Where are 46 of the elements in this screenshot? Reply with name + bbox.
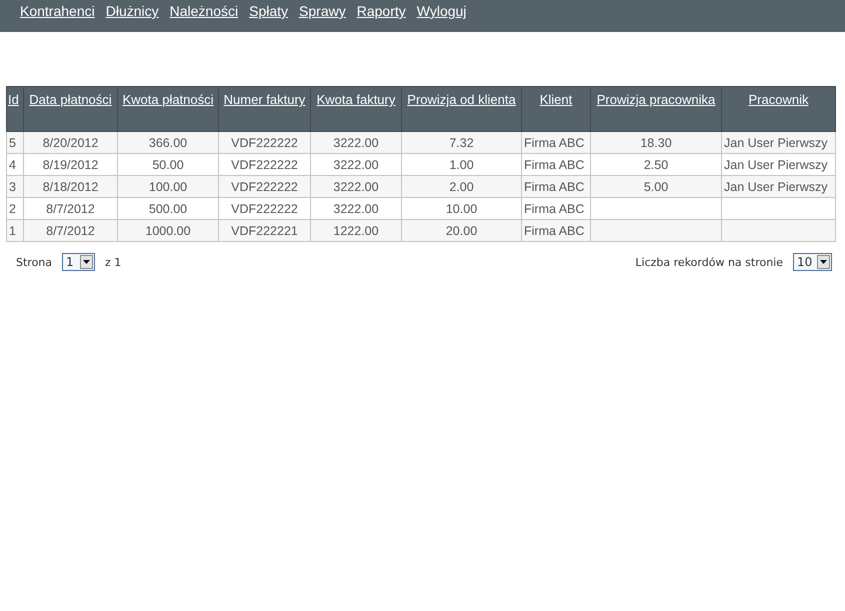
page-select[interactable]: 10: [793, 253, 832, 271]
table-cell: Firma ABC: [522, 176, 590, 198]
page-label: Strona: [16, 256, 52, 268]
sort-link[interactable]: Numer faktury: [224, 92, 306, 107]
table-cell: 5.00: [590, 176, 722, 198]
table-cell: Firma ABC: [522, 132, 590, 154]
sort-link[interactable]: Kwota faktury: [316, 92, 396, 107]
table-cell: 1000.00: [118, 220, 218, 242]
sort-link[interactable]: Klient: [540, 92, 572, 107]
nav-link[interactable]: Dłużnicy: [106, 3, 159, 32]
table-cell: 8/7/2012: [24, 220, 118, 242]
sort-link[interactable]: Data płatności: [29, 92, 112, 107]
table-cell: 3222.00: [310, 176, 402, 198]
table-cell: 3222.00: [310, 132, 402, 154]
table-cell: VDF222221: [218, 220, 310, 242]
nav-link[interactable]: Spłaty: [249, 3, 288, 32]
sort-link[interactable]: Pracownik: [748, 92, 808, 107]
page-size-label: Liczba rekordów na stronie: [635, 256, 783, 268]
table-cell: Firma ABC: [522, 220, 590, 242]
page-total: z 1: [105, 256, 122, 268]
table-cell: 1: [6, 220, 24, 242]
table-cell: 20.00: [402, 220, 522, 242]
table-cell: 18.30: [590, 132, 722, 154]
sort-link[interactable]: Kwota płatności: [122, 92, 214, 107]
sort-link[interactable]: Prowizja od klienta: [407, 92, 516, 107]
sort-link[interactable]: Prowizja pracownika: [596, 92, 716, 107]
table-cell: 1222.00: [310, 220, 402, 242]
table-cell: 3: [6, 176, 24, 198]
table-cell: Jan User Pierwszy: [722, 132, 836, 154]
table-cell: 366.00: [118, 132, 218, 154]
page-select[interactable]: 1: [62, 253, 96, 271]
table-cell: Jan User Pierwszy: [722, 176, 836, 198]
table-cell: VDF222222: [218, 176, 310, 198]
table-cell: 7.32: [402, 132, 522, 154]
nav-link[interactable]: Należności: [170, 3, 238, 32]
table-cell: 5: [6, 132, 24, 154]
table-cell: 8/20/2012: [24, 132, 118, 154]
nav-link[interactable]: Kontrahenci: [20, 3, 95, 32]
nav-link[interactable]: Sprawy: [299, 3, 346, 32]
table-cell: 8/18/2012: [24, 176, 118, 198]
table-cell: VDF222222: [218, 132, 310, 154]
nav-link[interactable]: Wyloguj: [416, 3, 466, 32]
sort-link[interactable]: Id: [8, 92, 19, 107]
table-cell: 2.00: [402, 176, 522, 198]
nav-link[interactable]: Raporty: [356, 3, 406, 32]
table-cell: 100.00: [118, 176, 218, 198]
